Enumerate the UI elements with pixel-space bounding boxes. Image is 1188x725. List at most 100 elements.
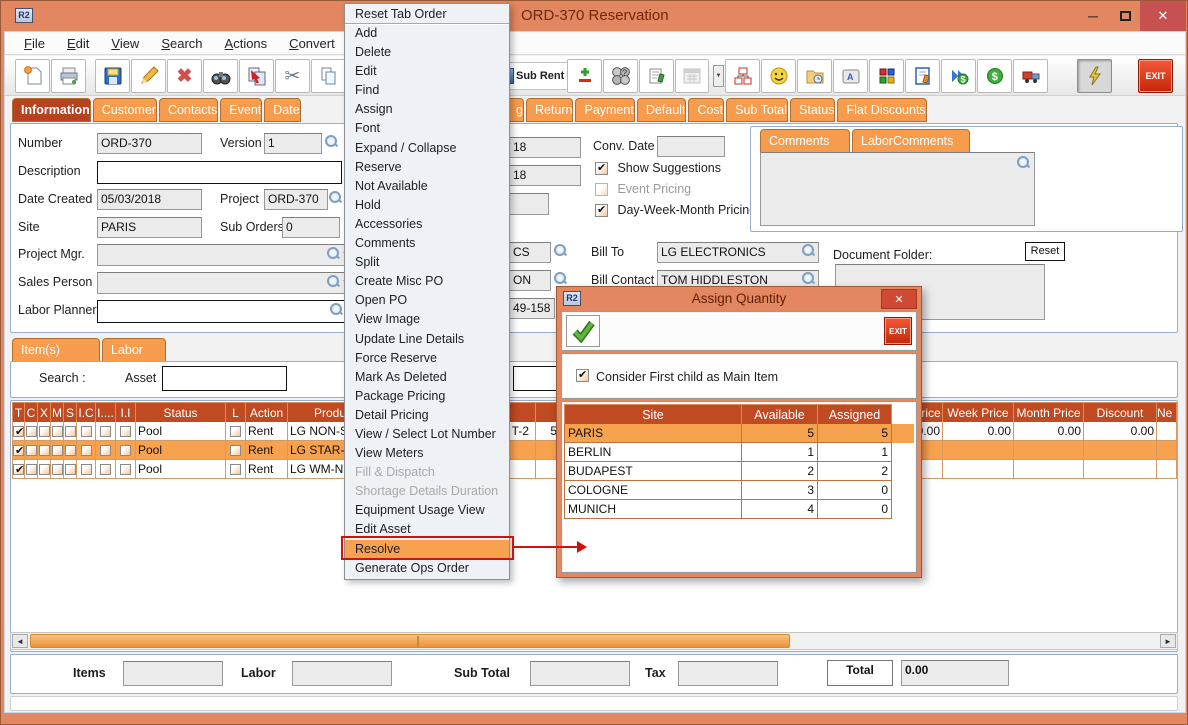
checkbox[interactable] bbox=[26, 464, 37, 475]
checkbox-row[interactable]: Event Pricing bbox=[595, 182, 756, 203]
scroll-right-button[interactable]: ► bbox=[1160, 634, 1176, 648]
assigned-cell[interactable]: 5 bbox=[818, 424, 892, 443]
context-menu-item[interactable]: Create Misc PO bbox=[345, 272, 509, 291]
menu-item[interactable]: View bbox=[100, 32, 150, 51]
site-cell[interactable]: BERLIN bbox=[564, 443, 742, 462]
context-menu-item[interactable]: Open PO bbox=[345, 291, 509, 310]
scroll-left-button[interactable]: ◄ bbox=[12, 634, 28, 648]
checkbox-checked[interactable] bbox=[13, 426, 24, 437]
context-menu-item[interactable]: Detail Pricing bbox=[345, 406, 509, 425]
context-menu-item[interactable]: View Image bbox=[345, 310, 509, 329]
site-column-header[interactable]: Site bbox=[564, 404, 742, 424]
labor-planner-lookup-icon[interactable] bbox=[330, 303, 342, 315]
context-menu-item[interactable]: Not Available bbox=[345, 177, 509, 196]
menu-item[interactable]: Edit bbox=[56, 32, 100, 51]
checkbox[interactable] bbox=[26, 445, 37, 456]
site-cell[interactable]: PARIS bbox=[564, 424, 742, 443]
menu-item[interactable]: Search bbox=[150, 32, 213, 51]
main-tab[interactable]: Payment bbox=[575, 98, 634, 122]
col-header-x[interactable]: X bbox=[38, 402, 51, 422]
available-cell[interactable]: 2 bbox=[742, 462, 818, 481]
cell-ne[interactable] bbox=[1157, 441, 1177, 460]
labor-planner-field[interactable] bbox=[97, 300, 349, 323]
dialog-exit-button[interactable]: EXIT bbox=[884, 317, 912, 345]
dialog-title-bar[interactable]: R2 Assign Quantity ✕ bbox=[561, 287, 917, 311]
assigned-cell[interactable]: 0 bbox=[818, 500, 892, 519]
context-menu-item[interactable]: Delete bbox=[345, 43, 509, 62]
checkbox[interactable] bbox=[595, 162, 608, 175]
horizontal-scrollbar[interactable]: ◄ ► bbox=[10, 632, 1178, 650]
checkbox[interactable] bbox=[65, 445, 76, 456]
context-menu-item[interactable]: Force Reserve bbox=[345, 349, 509, 368]
cell-ic[interactable] bbox=[77, 422, 96, 441]
cell-ii[interactable] bbox=[116, 441, 136, 460]
tab-comments[interactable]: Comments bbox=[760, 129, 850, 153]
col-header-action[interactable]: Action bbox=[246, 402, 288, 422]
cell-idots[interactable] bbox=[96, 441, 116, 460]
checkbox[interactable] bbox=[52, 426, 63, 437]
find-button[interactable] bbox=[203, 59, 238, 93]
cell-x[interactable] bbox=[38, 441, 51, 460]
main-tab[interactable]: Flat Discounts bbox=[837, 98, 926, 122]
checkbox[interactable] bbox=[100, 464, 111, 475]
context-menu-item[interactable]: Find bbox=[345, 81, 509, 100]
menu-item[interactable]: Convert bbox=[278, 32, 346, 51]
cell-action[interactable]: Rent bbox=[246, 441, 288, 460]
version-field[interactable]: 1 bbox=[264, 133, 322, 154]
delivery-button[interactable] bbox=[1013, 59, 1048, 93]
cell-month-price[interactable]: 0.00 bbox=[1014, 422, 1084, 441]
customer-lookup-icon[interactable] bbox=[554, 244, 566, 256]
org-chart-button[interactable] bbox=[725, 59, 760, 93]
availability-button[interactable]: ? bbox=[603, 59, 638, 93]
dollar-button[interactable]: $ bbox=[977, 59, 1012, 93]
bill-to-field[interactable]: LG ELECTRONICS bbox=[657, 242, 819, 263]
col-header-ii[interactable]: I.I bbox=[116, 402, 136, 422]
minimize-button[interactable]: ─ bbox=[1076, 1, 1110, 31]
cell-status[interactable]: Pool bbox=[136, 422, 226, 441]
context-menu-item[interactable]: Generate Ops Order bbox=[345, 559, 509, 578]
checkbox-checked[interactable] bbox=[13, 464, 24, 475]
col-header-status[interactable]: Status bbox=[136, 402, 226, 422]
assigned-column-header[interactable]: Assigned bbox=[818, 404, 892, 424]
tab-labor-comments[interactable]: LaborComments bbox=[852, 129, 970, 153]
cell-m[interactable] bbox=[51, 441, 64, 460]
context-menu-item[interactable]: Font bbox=[345, 119, 509, 138]
cell-action[interactable]: Rent bbox=[246, 422, 288, 441]
context-menu-item[interactable]: Comments bbox=[345, 234, 509, 253]
checkbox[interactable] bbox=[230, 445, 241, 456]
sub-orders-field[interactable]: 0 bbox=[282, 217, 340, 238]
number-field[interactable]: ORD-370 bbox=[97, 133, 202, 154]
checkbox[interactable] bbox=[595, 183, 608, 196]
cell-month-price[interactable] bbox=[1014, 460, 1084, 479]
clipped-field-3[interactable] bbox=[509, 193, 549, 215]
checkbox[interactable] bbox=[65, 426, 76, 437]
main-item-checkbox[interactable] bbox=[576, 369, 589, 382]
context-menu-item[interactable]: Add bbox=[345, 24, 509, 43]
cell-status[interactable]: Pool bbox=[136, 460, 226, 479]
context-menu-item[interactable]: Mark As Deleted bbox=[345, 368, 509, 387]
cell-l[interactable] bbox=[226, 460, 246, 479]
comments-textarea[interactable] bbox=[760, 152, 1035, 226]
checkbox[interactable] bbox=[81, 426, 92, 437]
site-quantity-row[interactable]: PARIS 5 5 bbox=[564, 424, 914, 443]
cell-t[interactable] bbox=[12, 422, 25, 441]
dialog-ok-button[interactable] bbox=[566, 315, 600, 347]
bill-to-lookup-icon[interactable] bbox=[802, 244, 814, 256]
cell-discount[interactable]: 0.00 bbox=[1084, 422, 1157, 441]
checkbox[interactable] bbox=[230, 426, 241, 437]
site-cell[interactable]: MUNICH bbox=[564, 500, 742, 519]
menu-item[interactable]: File bbox=[13, 32, 56, 51]
keyboard-button[interactable]: A bbox=[833, 59, 868, 93]
exit-button[interactable]: EXIT bbox=[1138, 59, 1173, 93]
transfer-button[interactable] bbox=[239, 59, 274, 93]
sales-person-combo[interactable] bbox=[97, 272, 349, 294]
calendar-dropdown[interactable]: ▼ bbox=[713, 65, 724, 87]
reset-button[interactable]: Reset bbox=[1025, 242, 1065, 261]
project-field[interactable]: ORD-370 bbox=[264, 189, 328, 210]
site-quantity-row[interactable]: BERLIN 1 1 bbox=[564, 443, 914, 462]
cut-button[interactable]: ✂ bbox=[275, 59, 310, 93]
cell-ic[interactable] bbox=[77, 441, 96, 460]
conv-date-field[interactable] bbox=[657, 136, 725, 157]
cell-c[interactable] bbox=[25, 422, 38, 441]
context-menu-item[interactable]: Package Pricing bbox=[345, 387, 509, 406]
